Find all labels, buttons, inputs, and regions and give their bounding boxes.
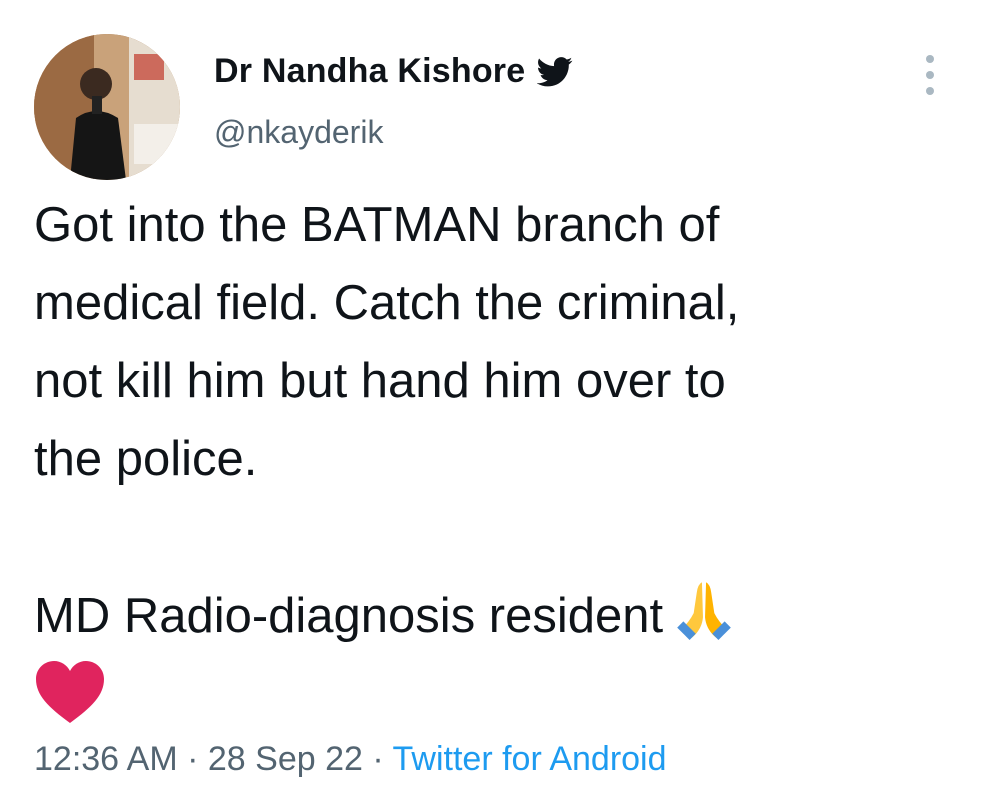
meta-separator: ·: [362, 740, 393, 778]
tweet-text: Got into the BATMAN branch of medical fi…: [34, 186, 954, 725]
folded-hands-icon: [677, 582, 731, 640]
tweet-line: the police.: [34, 432, 258, 486]
tweet-line: Got into the BATMAN branch of: [34, 198, 720, 252]
tweet-date[interactable]: 28 Sep 22: [208, 740, 363, 778]
author-name-row: Dr Nandha Kishore: [214, 52, 573, 91]
tweet-meta: 12:36 AM · 28 Sep 22 · Twitter for Andro…: [34, 740, 667, 779]
tweet-line: MD Radio-diagnosis resident: [34, 576, 954, 655]
more-dot: [926, 71, 934, 79]
red-heart-icon: [36, 661, 104, 723]
more-options-icon[interactable]: [918, 55, 942, 95]
twitter-bird-icon: [537, 56, 573, 86]
display-name[interactable]: Dr Nandha Kishore: [214, 52, 525, 91]
user-handle[interactable]: @nkayderik: [214, 114, 383, 151]
more-dot: [926, 87, 934, 95]
tweet-source-link[interactable]: Twitter for Android: [393, 740, 667, 778]
tweet-time[interactable]: 12:36 AM: [34, 740, 178, 778]
paragraph-break: [34, 498, 954, 576]
tweet-line: medical field. Catch the criminal,: [34, 276, 740, 330]
avatar-photo: [34, 34, 180, 180]
meta-separator: ·: [177, 740, 208, 778]
tweet-card: Dr Nandha Kishore @nkayderik Got into th…: [0, 0, 984, 796]
avatar[interactable]: [34, 34, 180, 180]
tweet-line: not kill him but hand him over to: [34, 354, 726, 408]
more-dot: [926, 55, 934, 63]
second-paragraph: MD Radio-diagnosis resident: [34, 589, 664, 643]
